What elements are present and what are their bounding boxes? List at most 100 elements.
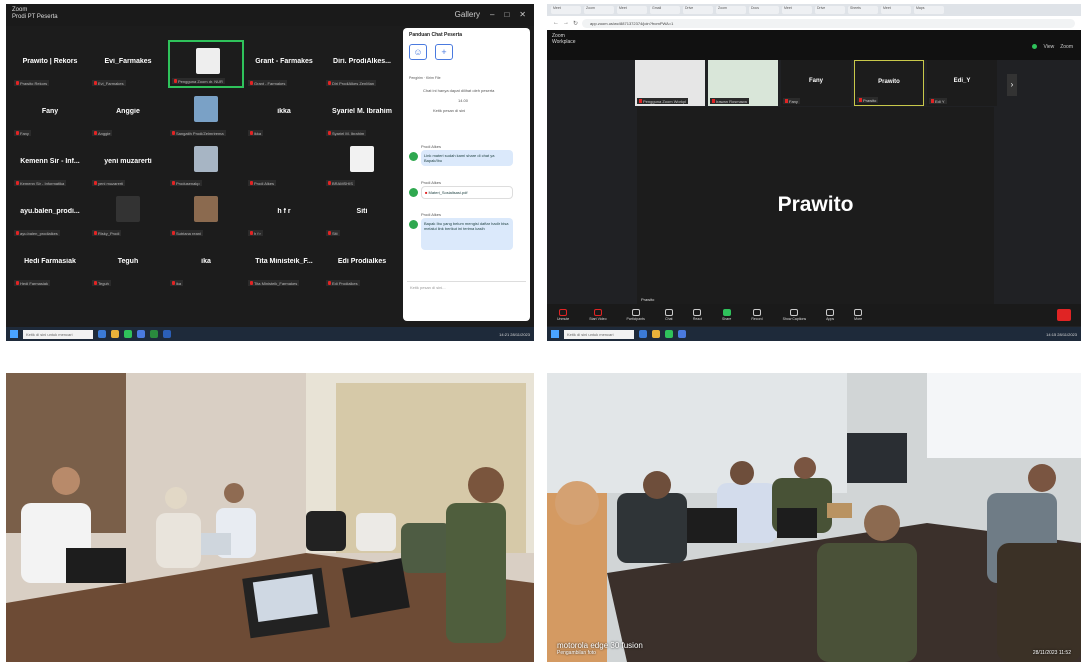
participant-tile[interactable]: Kemenn Sir - Inf... Kemenn Sir - Informat… [12, 140, 88, 188]
participant-tile[interactable]: Risky_Prodi [90, 190, 166, 238]
browser-tab[interactable]: Meet [881, 6, 911, 14]
participant-tile[interactable]: ayu.balen_prodi... ayu.balen_prodialkes [12, 190, 88, 238]
control-start-video[interactable]: Start Video [589, 309, 607, 321]
more-icon [854, 309, 863, 316]
browser-tab[interactable]: Meet [782, 6, 812, 14]
chat-message: Link materi sudah kami share di chat ya … [421, 150, 513, 166]
participant-label-text: h f r [254, 230, 261, 236]
participant-tile[interactable]: Irawan Rosmawa [708, 60, 778, 106]
windows-start-icon[interactable] [10, 330, 18, 338]
browser-tab[interactable]: Drive [683, 6, 713, 14]
participant-tile[interactable]: Prodi Alkes [246, 140, 322, 188]
excel-icon[interactable] [150, 330, 158, 338]
browser-tab[interactable]: Docs [749, 6, 779, 14]
maximize-button[interactable]: □ [504, 10, 509, 19]
browser-tab[interactable]: Zoom [584, 6, 614, 14]
participant-tile[interactable]: ika ika [168, 240, 244, 288]
browser-tab[interactable]: Maps [914, 6, 944, 14]
participant-tile[interactable]: Prawito Prawito [854, 60, 924, 106]
browser-tab[interactable]: Drive [815, 6, 845, 14]
next-page-arrow-icon[interactable]: › [1007, 74, 1017, 96]
mic-muted-icon [931, 99, 934, 103]
chat-input[interactable]: Ketik pesan di sini... [407, 281, 526, 317]
chrome-icon[interactable] [124, 330, 132, 338]
chat-file-attachment[interactable]: ■ Materi_Sosialisasi.pdf [421, 186, 513, 199]
participant-tile[interactable]: Tita Ministeik_F... Tita Ministeik_Farmak… [246, 240, 322, 288]
add-icon[interactable]: + [435, 44, 453, 60]
participant-tile[interactable]: Grant - Farmakes Grant - Farmakes [246, 40, 322, 88]
participant-tile[interactable]: Evi_Farmakes Evi_Farmakes [90, 40, 166, 88]
participant-label: Produsenakp [170, 180, 202, 186]
participant-tile[interactable]: Anggie Anggie [90, 90, 166, 138]
participant-tile[interactable]: Sutriana reani [168, 190, 244, 238]
participant-label-text: Pengguna Zoom dr. NUR [178, 78, 223, 84]
control-chat[interactable]: Chat [664, 309, 673, 321]
participant-tile[interactable]: Prawito | Rekors Prawito Rekors [12, 40, 88, 88]
control-react[interactable]: React [693, 309, 702, 321]
window-controls: Gallery – □ ✕ [455, 10, 526, 19]
mic-muted-icon [172, 131, 175, 135]
control-participants[interactable]: Participants [627, 309, 645, 321]
meeting-room-illustration [547, 373, 1081, 662]
participant-tile[interactable]: Diri. ProdiAlkes... Diri ProdiAlkes ZenMa… [324, 40, 400, 88]
participant-label-text: Hedi Farmasiak [20, 280, 49, 286]
chat-time: 14.00 [458, 98, 469, 103]
participant-tile[interactable]: Teguh Teguh [90, 240, 166, 288]
participant-tile[interactable]: BRAMSHIS [324, 140, 400, 188]
folder-icon[interactable] [111, 330, 119, 338]
zoom-icon[interactable] [137, 330, 145, 338]
participant-label-text: yeni muzarerti [98, 180, 124, 186]
zoom-icon[interactable] [678, 330, 686, 338]
forward-icon[interactable]: → [563, 20, 569, 26]
participant-tile[interactable]: Fany Fany [12, 90, 88, 138]
minimize-button[interactable]: – [490, 10, 494, 19]
meeting-controls: Unmute Start Video Participants Chat React Sh… [547, 304, 1081, 326]
reload-icon[interactable]: ↻ [573, 20, 578, 27]
control-unmute[interactable]: Unmute [557, 309, 569, 321]
participant-tile[interactable]: Pengguna Zoom dr. NUR [168, 40, 244, 88]
participant-tile[interactable]: Edi_Y Edi Y [927, 60, 997, 106]
chrome-icon[interactable] [665, 330, 673, 338]
back-icon[interactable]: ← [553, 20, 559, 26]
taskbar-search[interactable]: Ketik di sini untuk mencari [564, 329, 634, 339]
windows-start-icon[interactable] [551, 330, 559, 338]
taskbar-search[interactable]: Ketik di sini untuk mencari [23, 329, 93, 339]
close-button[interactable]: ✕ [519, 10, 526, 19]
control-show-captions[interactable]: Show Captions [782, 309, 807, 321]
participant-tile[interactable]: Produsenakp [168, 140, 244, 188]
browser-tab[interactable]: Gmail [650, 6, 680, 14]
participant-label-text: Diri ProdiAlkes ZenMan [332, 80, 375, 86]
edge-icon[interactable] [98, 330, 106, 338]
avatar [409, 152, 418, 161]
participant-tile[interactable]: h f r h f r [246, 190, 322, 238]
word-icon[interactable] [163, 330, 171, 338]
participant-tile[interactable]: Siti Siti [324, 190, 400, 238]
browser-tab[interactable]: Sheets [848, 6, 878, 14]
browser-tab[interactable]: Meet [551, 6, 581, 14]
view-button[interactable]: View [1043, 44, 1054, 50]
participant-tile[interactable]: ikka ikka [246, 90, 322, 138]
participant-name: Teguh [117, 258, 139, 265]
leave-button[interactable] [1057, 309, 1071, 321]
control-label: Show Captions [782, 317, 807, 321]
url-field[interactable]: app.zoom.us/wc/8871372374/join?fromPWA=1 [582, 18, 1075, 28]
control-more[interactable]: More [854, 309, 863, 321]
participant-tile[interactable]: Pengguna Zoom Workpl [635, 60, 705, 106]
folder-icon[interactable] [652, 330, 660, 338]
browser-tab[interactable]: Zoom [716, 6, 746, 14]
edge-icon[interactable] [639, 330, 647, 338]
participant-tile[interactable]: Syariel M. Ibrahim Syariel M. Ibrahim [324, 90, 400, 138]
participant-tile[interactable]: Fany Fany [781, 60, 851, 106]
control-apps[interactable]: Apps [826, 309, 835, 321]
participant-label: Hedi Farmasiak [14, 280, 51, 286]
participant-tile[interactable]: Hedi Farmasiak Hedi Farmasiak [12, 240, 88, 288]
control-label: Share [721, 317, 732, 321]
control-record[interactable]: Record [751, 309, 763, 321]
participant-tile[interactable]: yeni muzarerti yeni muzarerti [90, 140, 166, 188]
browser-tab[interactable]: Meet [617, 6, 647, 14]
participant-tile[interactable]: Sangatih Prodi/Zelmrirema [168, 90, 244, 138]
people-icon[interactable]: ☺ [409, 44, 427, 60]
view-button[interactable]: Gallery [455, 10, 480, 19]
participant-tile[interactable]: Edi Prodialkes Edi Prodialkes [324, 240, 400, 288]
control-share[interactable]: Share [722, 309, 731, 321]
